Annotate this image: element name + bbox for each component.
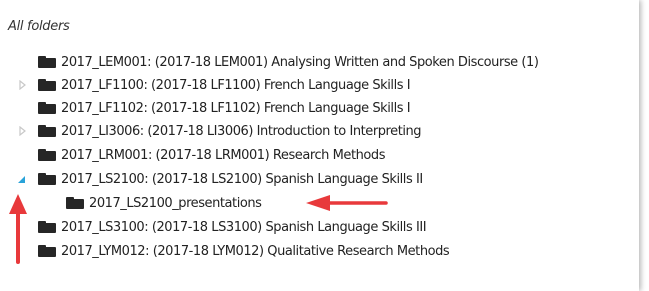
folder-icon: [38, 173, 56, 185]
folder-icon: [38, 102, 56, 114]
all-folders-header: All folders: [8, 19, 70, 34]
folder-icon: [38, 221, 56, 233]
folder-label: 2017_LYM012: (2017-18 LYM012) Qualitativ…: [61, 243, 450, 259]
tree-row[interactable]: 2017_LS3100: (2017-18 LS3100) Spanish La…: [38, 215, 427, 239]
folder-label: 2017_LRM001: (2017-18 LRM001) Research M…: [61, 147, 386, 163]
folder-label: 2017_LS2100: (2017-18 LS2100) Spanish La…: [61, 171, 423, 187]
folder-label: 2017_LF1102: (2017-18 LF1102) French Lan…: [61, 100, 411, 116]
tree-row[interactable]: 2017_LEM001: (2017-18 LEM001) Analysing …: [38, 50, 539, 74]
collapse-toggle-icon[interactable]: [17, 175, 27, 185]
folder-icon: [66, 197, 84, 209]
folder-icon: [38, 125, 56, 137]
folder-label: 2017_LF1100: (2017-18 LF1100) French Lan…: [61, 77, 411, 93]
folder-icon: [38, 245, 56, 257]
tree-row[interactable]: 2017_LF1102: (2017-18 LF1102) French Lan…: [38, 96, 411, 120]
expand-toggle-icon[interactable]: [18, 126, 28, 136]
tree-row[interactable]: 2017_LI3006: (2017-18 LI3006) Introducti…: [38, 119, 422, 143]
tree-row-expanded[interactable]: 2017_LS2100: (2017-18 LS2100) Spanish La…: [38, 167, 423, 191]
folder-label: 2017_LS3100: (2017-18 LS3100) Spanish La…: [61, 219, 427, 235]
folder-icon: [38, 149, 56, 161]
expand-toggle-icon[interactable]: [18, 80, 28, 90]
folder-icon: [38, 79, 56, 91]
folder-label: 2017_LI3006: (2017-18 LI3006) Introducti…: [61, 123, 422, 139]
tree-row[interactable]: 2017_LF1100: (2017-18 LF1100) French Lan…: [38, 73, 411, 97]
tree-row[interactable]: 2017_LRM001: (2017-18 LRM001) Research M…: [38, 143, 385, 167]
tree-row[interactable]: 2017_LYM012: (2017-18 LYM012) Qualitativ…: [38, 239, 450, 263]
folder-label: 2017_LEM001: (2017-18 LEM001) Analysing …: [61, 54, 539, 70]
folder-tree-panel: All folders 2017_LEM001: (2017-18 LEM001…: [0, 0, 639, 291]
folder-icon: [38, 56, 56, 68]
tree-row-child[interactable]: 2017_LS2100_presentations: [66, 191, 262, 215]
folder-label: 2017_LS2100_presentations: [89, 195, 262, 211]
